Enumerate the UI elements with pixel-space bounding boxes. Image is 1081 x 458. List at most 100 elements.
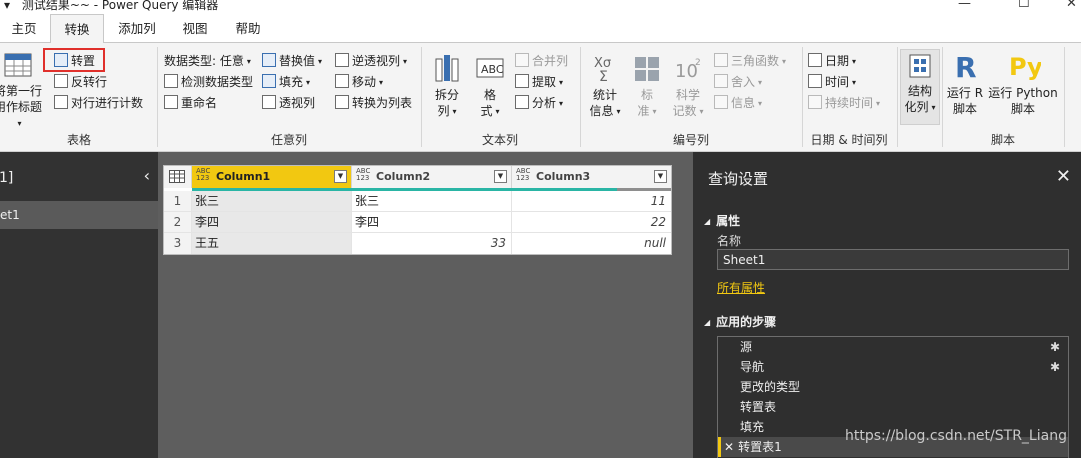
query-settings-title: 查询设置 [708,170,769,188]
tab-home[interactable]: 主页 [0,14,48,43]
table-cell[interactable]: 张三 [352,191,512,212]
reverse-rows-button[interactable]: 反转行 [54,72,107,92]
step-changed-type[interactable]: 更改的类型 [718,377,1068,397]
rename-button[interactable]: 重命名 [164,93,217,113]
table-cell[interactable]: 33 [352,233,512,254]
collapse-triangle-icon: ◢ [704,217,711,226]
date-dropdown[interactable]: 日期 ▾ [808,51,856,71]
table-cell[interactable]: 张三 [192,191,352,212]
data-type-dropdown[interactable]: 数据类型: 任意 ▾ [164,51,251,71]
rounding-dropdown[interactable]: 舍入 ▾ [714,72,762,92]
trigonometry-dropdown[interactable]: 三角函数 ▾ [714,51,786,71]
group-label-table: 表格 [66,133,91,147]
first-row-label-1: 将第一行 [0,84,42,98]
column-header-column3[interactable]: ABC 123 Column3 ▼ [512,166,671,188]
table-grid-icon [169,170,185,183]
time-dropdown[interactable]: 时间 ▾ [808,72,856,92]
ribbon: 将第一行 用作标题▾ 转置 反转行 对行进行计数 表格 数据类型: 任意▾ 检测… [0,42,1081,152]
extract-dropdown[interactable]: 提取 ▾ [515,72,563,92]
all-properties-link[interactable]: 所有属性 [717,279,765,296]
pivot-icon [262,95,276,109]
table-cell[interactable]: 22 [512,212,671,233]
clock-icon [808,74,822,88]
pivot-column-button[interactable]: 透视列 [262,93,315,113]
detect-type-icon [164,74,178,88]
svg-text:2: 2 [695,58,701,68]
group-label-scripts: 脚本 [990,133,1015,147]
run-r-script-button[interactable]: R 运行 R 脚本 [944,51,986,117]
collapse-chevron-icon[interactable]: ‹ [144,166,150,185]
run-python-script-button[interactable]: Py 运行 Python 脚本 [988,51,1058,117]
split-column-button[interactable]: 拆分 列 ▾ [428,53,466,120]
close-window-button[interactable]: ✕ [1066,0,1077,11]
information-dropdown[interactable]: 信息 ▾ [714,93,762,113]
group-label-any-column: 任意列 [270,133,307,147]
structured-column-button[interactable]: 结构 化列 ▾ [900,49,940,125]
row-number: 2 [164,212,192,233]
format-button[interactable]: ABC 格 式 ▾ [470,53,510,120]
group-label-text-column: 文本列 [481,133,518,147]
step-source[interactable]: 源 ✱ [718,337,1068,357]
gear-icon[interactable]: ✱ [1050,357,1060,377]
rounding-icon [714,74,728,88]
scientific-button[interactable]: 10 2 科学 记数 ▾ [668,53,708,120]
fill-down-icon [262,74,276,88]
table-menu-button[interactable] [164,166,192,188]
filter-dropdown-icon[interactable]: ▼ [654,170,667,183]
tab-view[interactable]: 视图 [170,14,220,43]
use-first-row-as-headers-button[interactable]: 将第一行 用作标题▾ [0,51,44,132]
column-header-column2[interactable]: ABC 123 Column2 ▼ [352,166,512,188]
minimize-button[interactable]: — [958,0,971,11]
stopwatch-icon [808,95,822,109]
filter-dropdown-icon[interactable]: ▼ [334,170,347,183]
query-name-input[interactable] [717,249,1069,270]
quick-access-dropdown[interactable]: ▾ [4,0,10,12]
close-icon[interactable]: ✕ [1056,166,1071,187]
table-cell[interactable]: 王五 [192,233,352,254]
exponent-icon: 102 [675,58,701,82]
unpivot-icon [335,53,349,67]
tab-help[interactable]: 帮助 [224,14,272,43]
group-label-datetime: 日期 & 时间列 [810,133,888,147]
rename-icon [164,95,178,109]
merge-columns-button[interactable]: 合并列 [515,51,568,71]
column-header-column1[interactable]: ABC 123 Column1 ▼ [192,166,352,188]
parse-dropdown[interactable]: 分析 ▾ [515,93,563,113]
delete-step-icon[interactable]: ✕ [724,440,734,454]
triangle-icon [714,53,728,67]
table-cell[interactable]: null [512,233,671,254]
transpose-button[interactable]: 转置 [54,51,95,71]
separator [1064,47,1065,147]
count-rows-button[interactable]: 对行进行计数 [54,93,143,113]
reverse-rows-icon [54,74,68,88]
step-transposed-table[interactable]: 转置表 [718,397,1068,417]
svg-text:ABC: ABC [481,63,504,76]
duration-dropdown[interactable]: 持续时间 ▾ [808,93,880,113]
maximize-button[interactable]: ☐ [1018,0,1030,11]
table-cell[interactable]: 李四 [192,212,352,233]
replace-values-button[interactable]: 替换值 ▾ [262,51,322,71]
gear-icon[interactable]: ✱ [1050,337,1060,357]
unpivot-columns-button[interactable]: 逆透视列 ▾ [335,51,407,71]
calendar-icon [808,53,822,67]
table-cell[interactable]: 11 [512,191,671,212]
applied-steps-section-header[interactable]: ◢ 应用的步骤 [704,313,776,330]
filter-dropdown-icon[interactable]: ▼ [494,170,507,183]
standard-button[interactable]: 标 准 ▾ [630,53,664,120]
tab-transform[interactable]: 转换 [50,14,104,43]
properties-section-header[interactable]: ◢ 属性 [704,212,740,229]
fill-dropdown[interactable]: 填充 ▾ [262,72,310,92]
collapse-triangle-icon: ◢ [704,318,711,327]
svg-text:Σ: Σ [599,69,608,83]
statistics-button[interactable]: Χσ Σ 统计 信息 ▾ [584,53,626,120]
step-navigation[interactable]: 导航 ✱ [718,357,1068,377]
query-settings-pane: 查询设置 ✕ ◢属性 名称 所有属性 ◢应用的步骤 源✱ 导航✱ 更改的类型 转… [693,152,1081,458]
format-text-icon: ABC [476,58,504,78]
table-cell[interactable]: 李四 [352,212,512,233]
watermark: https://blog.csdn.net/STR_Liang [845,428,1067,444]
query-item-sheet1[interactable]: et1 [0,201,158,229]
tab-add-column[interactable]: 添加列 [108,14,166,43]
detect-data-type-button[interactable]: 检测数据类型 [164,72,253,92]
move-dropdown[interactable]: 移动 ▾ [335,72,383,92]
convert-to-list-button[interactable]: 转换为列表 [335,93,412,113]
